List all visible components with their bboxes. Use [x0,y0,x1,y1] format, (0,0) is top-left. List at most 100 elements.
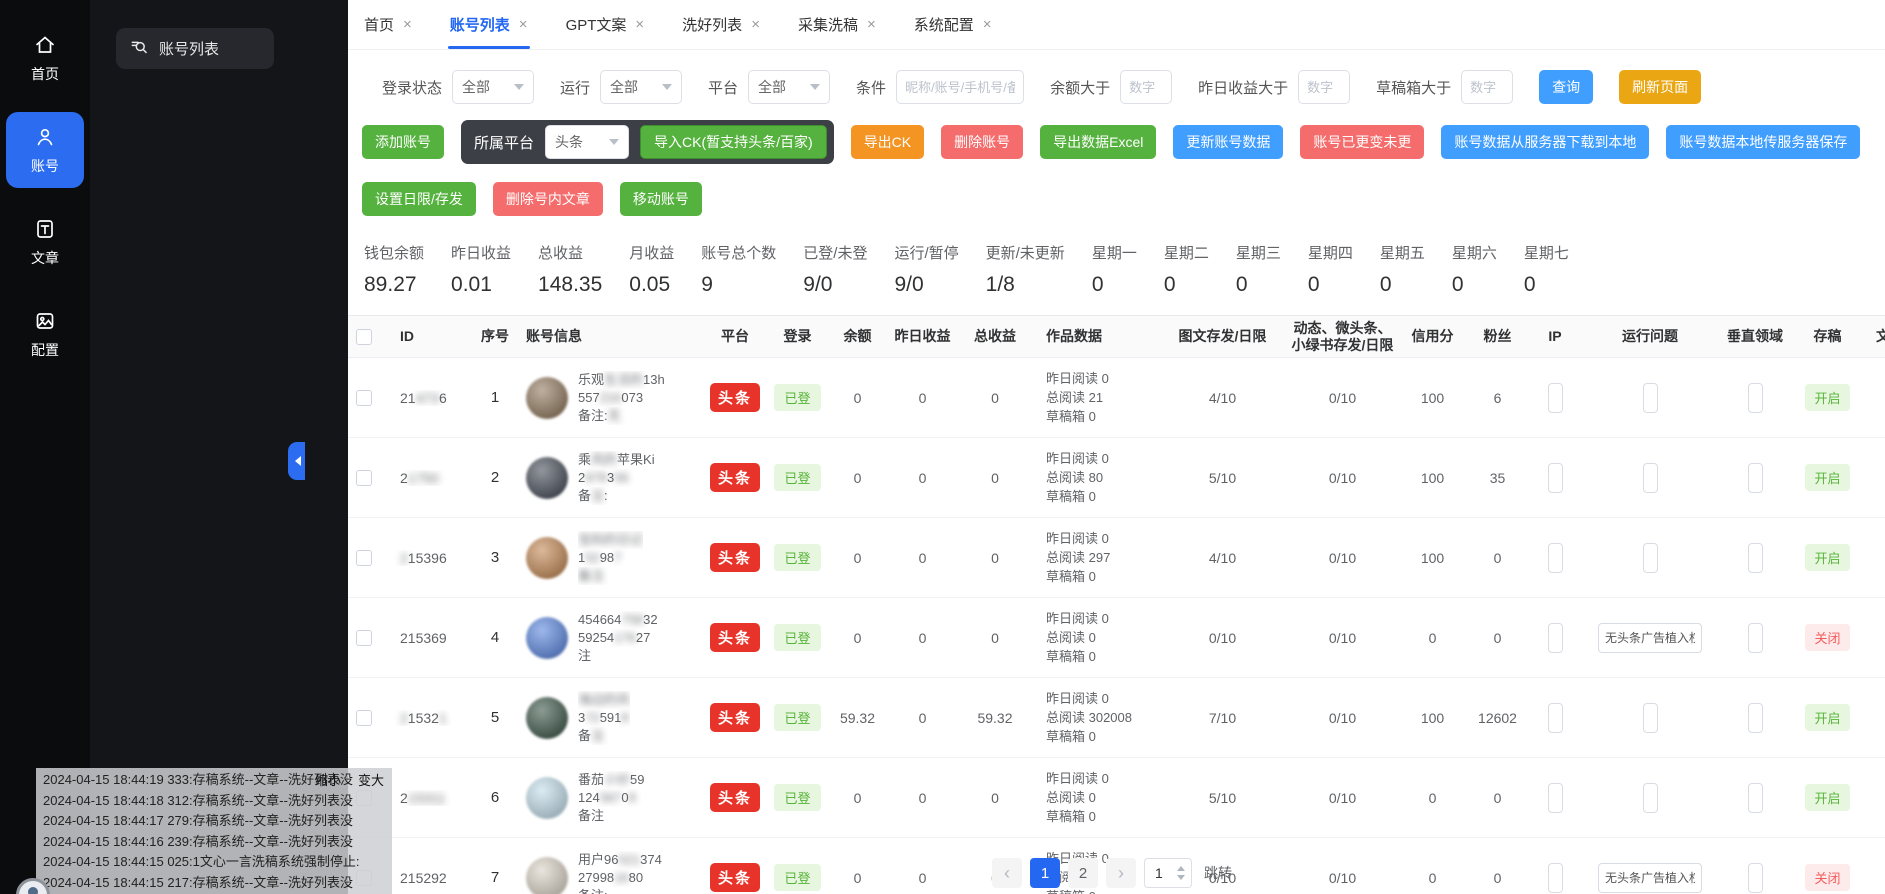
filter-condition-input[interactable] [896,70,1024,104]
selected-value: 全部 [462,77,490,97]
account-info-line: 152987 [578,549,643,567]
row-checkbox[interactable] [356,710,372,726]
run-issue-input[interactable] [1598,623,1702,653]
filter-login-status-select[interactable]: 全部 [452,70,534,104]
update-account-data-button[interactable]: 更新账号数据 [1173,125,1283,159]
cell-value: 0/10 [1329,630,1356,646]
tab-close-icon[interactable]: × [635,16,644,33]
ip-input[interactable] [1548,863,1563,893]
log-controls: 缩小 变大 [315,771,384,792]
refresh-page-button[interactable]: 刷新页面 [1619,70,1701,104]
enlarge-log-button[interactable]: 变大 [358,771,384,792]
menu-search-box[interactable]: 账号列表 [116,28,274,69]
account-changed-not-updated-button[interactable]: 账号已更变未更 [1300,125,1424,159]
row-checkbox[interactable] [356,550,372,566]
tab-collect-wash[interactable]: 采集洗稿× [798,0,876,49]
query-button[interactable]: 查询 [1539,70,1593,104]
vertical-domain-input[interactable] [1748,703,1763,733]
cell-total-income: 0 [960,550,1030,566]
spinner-up-icon[interactable] [1177,862,1185,871]
tab-close-icon[interactable]: × [867,16,876,33]
add-account-button[interactable]: 添加账号 [362,125,444,159]
ip-input[interactable] [1548,623,1563,653]
cell-value: 0 [1494,790,1502,806]
vertical-domain-input[interactable] [1748,543,1763,573]
upload-to-server-button[interactable]: 账号数据本地传服务器保存 [1666,125,1860,159]
cell-value: 0 [1429,630,1437,646]
delete-account-button[interactable]: 删除账号 [941,125,1023,159]
tab-close-icon[interactable]: × [983,16,992,33]
ip-input[interactable] [1548,703,1563,733]
ip-input[interactable] [1548,543,1563,573]
tab-close-icon[interactable]: × [519,16,528,33]
platform-group-select[interactable]: 头条 [545,125,629,159]
row-checkbox[interactable] [356,630,372,646]
run-issue-input[interactable] [1643,703,1658,733]
sidebar-item-config[interactable]: 配置 [6,296,84,372]
vertical-domain-input[interactable] [1748,463,1763,493]
tab-system-config[interactable]: 系统配置× [914,0,992,49]
col-header-label: 粉丝 [1484,328,1512,345]
stat-label: 运行/暂停 [894,242,958,263]
spinner-down-icon[interactable] [1177,875,1185,884]
vertical-domain-input[interactable] [1748,383,1763,413]
export-excel-button[interactable]: 导出数据Excel [1040,125,1156,159]
shrink-log-button[interactable]: 缩小 [315,771,341,792]
import-ck-button[interactable]: 导入CK(暂支持头条/百家) [640,125,827,159]
filter-draftbox-gt-input[interactable] [1461,70,1513,104]
export-ck-button[interactable]: 导出CK [851,125,924,159]
cell-seq: 4 [470,629,520,646]
vertical-domain-input[interactable] [1748,623,1763,653]
row-checkbox[interactable] [356,470,372,486]
vertical-domain-input[interactable] [1748,783,1763,813]
vertical-domain-input[interactable] [1748,863,1763,893]
download-from-server-button[interactable]: 账号数据从服务器下载到本地 [1441,125,1649,159]
ip-input[interactable] [1548,783,1563,813]
cell-seq: 3 [470,549,520,566]
cell-value: 100 [1421,390,1444,406]
tab-gpt-copy[interactable]: GPT文案× [566,0,645,49]
run-issue-input[interactable] [1643,783,1658,813]
run-issue-input[interactable] [1643,463,1658,493]
ip-input[interactable] [1548,383,1563,413]
set-daily-limit-button[interactable]: 设置日限/存发 [362,182,476,216]
ip-input[interactable] [1548,463,1563,493]
filter-yesterday-income-gt-input[interactable] [1298,70,1350,104]
cell-run-issue [1580,383,1720,413]
sidebar-item-article[interactable]: 文章 [6,204,84,280]
account-info: 乐观生活的13h557216073备注:无 [578,371,665,425]
sidebar-item-home[interactable]: 首页 [6,20,84,96]
account-id: 215369 [400,630,447,646]
filter-balance-gt-input[interactable] [1120,70,1172,104]
cell-balance: 0 [830,870,885,886]
next-page-button[interactable]: › [1106,858,1136,888]
tab-washed-list[interactable]: 洗好列表× [682,0,760,49]
select-all-checkbox[interactable] [356,329,372,345]
cell-value: 100 [1421,470,1444,486]
row-checkbox[interactable] [356,390,372,406]
tab-close-icon[interactable]: × [403,16,412,33]
filter-run-status-select[interactable]: 全部 [600,70,682,104]
jump-page-input[interactable]: 1 [1144,858,1192,888]
filter-platform-select[interactable]: 全部 [748,70,830,104]
page-button-2[interactable]: 2 [1068,858,1098,888]
move-account-button[interactable]: 移动账号 [620,182,702,216]
run-issue-input[interactable] [1643,383,1658,413]
run-issue-input[interactable] [1598,863,1702,893]
stat-value: 0 [1452,273,1497,297]
tab-account-list[interactable]: 账号列表× [450,0,528,49]
page-button-1[interactable]: 1 [1030,858,1060,888]
cell-vertical-domain [1720,863,1790,893]
stat-label: 昨日收益 [451,242,511,263]
article-icon [33,217,57,241]
delete-account-articles-button[interactable]: 删除号内文章 [493,182,603,216]
stat-value: 89.27 [364,273,424,297]
run-issue-input[interactable] [1643,543,1658,573]
tab-home[interactable]: 首页× [364,0,412,49]
sidebar-item-account[interactable]: 账号 [6,112,84,188]
prev-page-button[interactable]: ‹ [992,858,1022,888]
tab-close-icon[interactable]: × [751,16,760,33]
panel-collapse-handle[interactable] [288,442,305,480]
filter-yesterday-income-gt: 昨日收益大于 [1198,70,1350,104]
cell-draft-store: 关闭 [1790,624,1865,651]
